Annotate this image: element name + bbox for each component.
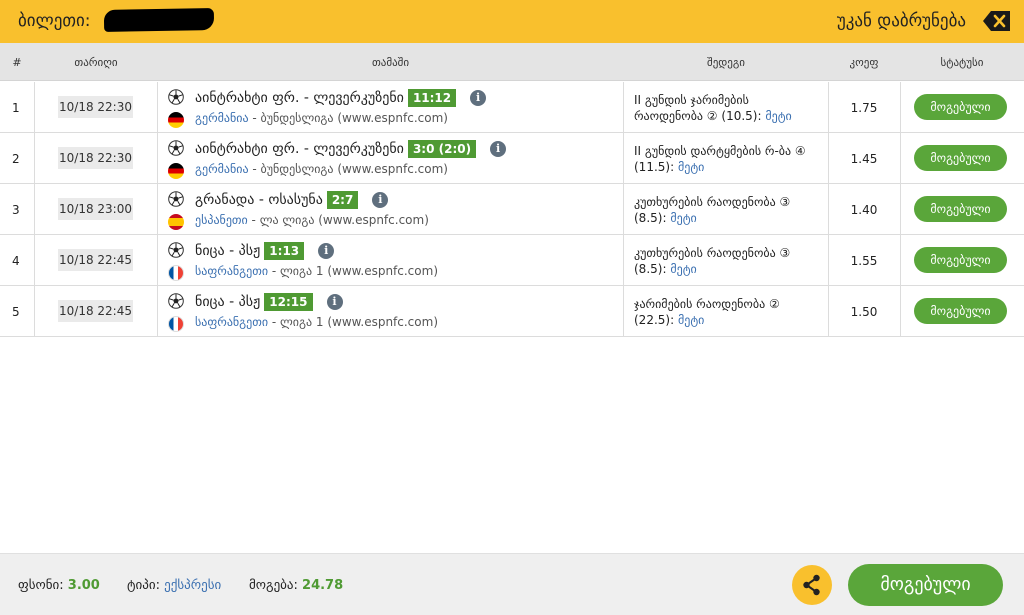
country-flag-icon [168,163,184,179]
bet-outcome: კუთხურების რაოდენობა ③ (8.5): მეტი [634,195,791,225]
status-won-button[interactable]: მოგებული [914,145,1007,171]
row-number: 4 [12,254,20,268]
bet-outcome: II გუნდის ჯარიმების რაოდენობა ② (10.5): … [634,93,792,123]
match-score: 3:0 (2:0) [407,140,477,158]
row-number: 3 [12,203,20,217]
ticket-status-button[interactable]: მოგებული [848,564,1003,606]
info-icon[interactable]: i [490,141,507,157]
win-label: მოგება: [249,578,298,593]
country-flag-icon [168,112,184,128]
league-info: გერმანია - ბუნდესლიგა (www.espnfc.com) [195,162,448,176]
soccer-ball-icon [168,242,184,258]
row-number: 2 [12,152,20,166]
outcome-more: მეტი [670,262,697,276]
league-info: საფრანგეთი - ლიგა 1 (www.espnfc.com) [195,264,438,278]
outcome-more: მეტი [677,160,705,174]
status-won-button[interactable]: მოგებული [914,196,1007,222]
status-won-button[interactable]: მოგებული [914,247,1007,273]
country-link[interactable]: ესპანეთი [195,213,248,227]
win-summary: მოგება: 24.78 [249,578,343,593]
match-date: 10/18 22:45 [58,300,133,322]
league-info: გერმანია - ბუნდესლიგა (www.espnfc.com) [195,111,448,125]
redacted-ticket-id [103,8,215,32]
match-teams[interactable]: გრანადა - ოსასუნა [195,192,323,208]
odds-value: 1.55 [850,254,878,268]
match-date: 10/18 22:30 [58,96,133,118]
info-icon[interactable]: i [372,192,389,208]
country-link[interactable]: გერმანია [195,111,249,125]
outcome-more: მეტი [765,109,792,123]
odds-value: 1.75 [850,101,878,115]
country-link[interactable]: საფრანგეთი [195,315,268,329]
match-score: 12:15 [264,293,313,311]
bet-outcome: II გუნდის დარტყმების რ-ბა ④ (11.5): მეტი [634,144,806,174]
share-button[interactable] [792,565,832,605]
type-summary: ტიპი: ექსპრესი [127,578,221,593]
match-date: 10/18 22:30 [58,147,133,169]
type-label: ტიპი: [127,578,160,593]
league-info: ესპანეთი - ლა ლიგა (www.espnfc.com) [195,213,429,227]
country-link[interactable]: საფრანგეთი [195,264,268,278]
col-outcome: შედეგი [707,56,745,69]
info-icon[interactable]: i [326,294,343,310]
league-info: საფრანგეთი - ლიგა 1 (www.espnfc.com) [195,315,438,329]
match-date: 10/18 23:00 [58,198,133,220]
match-score: 1:13 [264,242,305,260]
country-flag-icon [168,214,184,230]
row-number: 1 [12,101,20,115]
col-match: თამაში [371,56,410,69]
ticket-label: ბილეთი: [18,11,91,31]
info-icon[interactable]: i [470,90,487,106]
soccer-ball-icon [168,140,184,156]
table-row: 3 10/18 23:00 გრანადა - ოსასუნა 2:7 i ესპა… [0,184,1024,235]
odds-value: 1.50 [850,305,878,319]
type-value: ექსპრესი [164,578,222,593]
match-score: 2:7 [326,191,359,209]
row-number: 5 [12,305,20,319]
match-teams[interactable]: ნიცა - პსჟ [195,243,260,259]
share-icon [803,574,820,596]
stake-summary: ფსონი: 3.00 [18,578,100,593]
match-teams[interactable]: აინტრახტი ფრ. - ლევერკუზენი [195,90,404,106]
match-date: 10/18 22:45 [58,249,133,271]
win-value: 24.78 [302,578,344,593]
odds-value: 1.40 [850,203,878,217]
table-row: 2 10/18 22:30 აინტრახტი ფრ. - ლევერკუზენ… [0,133,1024,184]
col-num: # [12,56,22,69]
back-link[interactable]: უკან დაბრუნება [837,11,966,31]
bet-outcome: ჯარიმების რაოდენობა ② (22.5): მეტი [634,297,780,327]
table-row: 1 10/18 22:30 აინტრახტი ფრ. - ლევერკუზენ… [0,82,1024,133]
col-odds: კოეფ [849,56,879,69]
country-flag-icon [168,265,184,281]
col-status: სტატუსი [940,56,984,69]
stake-label: ფსონი: [18,578,64,593]
table-header: # თარიღი თამაში შედეგი კოეფ სტატუსი [0,43,1024,81]
stake-value: 3.00 [67,578,100,593]
info-icon[interactable]: i [318,243,335,259]
outcome-more: მეტი [677,313,705,327]
backspace-icon[interactable] [982,10,1012,32]
ticket-header: ბილეთი: უკან დაბრუნება [0,0,1024,43]
soccer-ball-icon [168,89,184,105]
match-teams[interactable]: ნიცა - პსჟ [195,294,260,310]
ticket-footer: ფსონი: 3.00 ტიპი: ექსპრესი მოგება: 24.78… [0,553,1024,615]
outcome-more: მეტი [670,211,697,225]
country-flag-icon [168,316,184,332]
match-teams[interactable]: აინტრახტი ფრ. - ლევერკუზენი [195,141,404,157]
country-link[interactable]: გერმანია [195,162,249,176]
table-row: 4 10/18 22:45 ნიცა - პსჟ 1:13 i საფრანგეთი… [0,235,1024,286]
status-won-button[interactable]: მოგებული [914,298,1007,324]
status-won-button[interactable]: მოგებული [914,94,1007,120]
odds-value: 1.45 [850,152,878,166]
soccer-ball-icon [168,191,184,207]
soccer-ball-icon [168,293,184,309]
match-score: 11:12 [407,89,457,107]
col-date: თარიღი [74,56,118,69]
bet-outcome: კუთხურების რაოდენობა ③ (8.5): მეტი [634,246,791,276]
table-row: 5 10/18 22:45 ნიცა - პსჟ 12:15 i საფრანგეთ… [0,286,1024,337]
